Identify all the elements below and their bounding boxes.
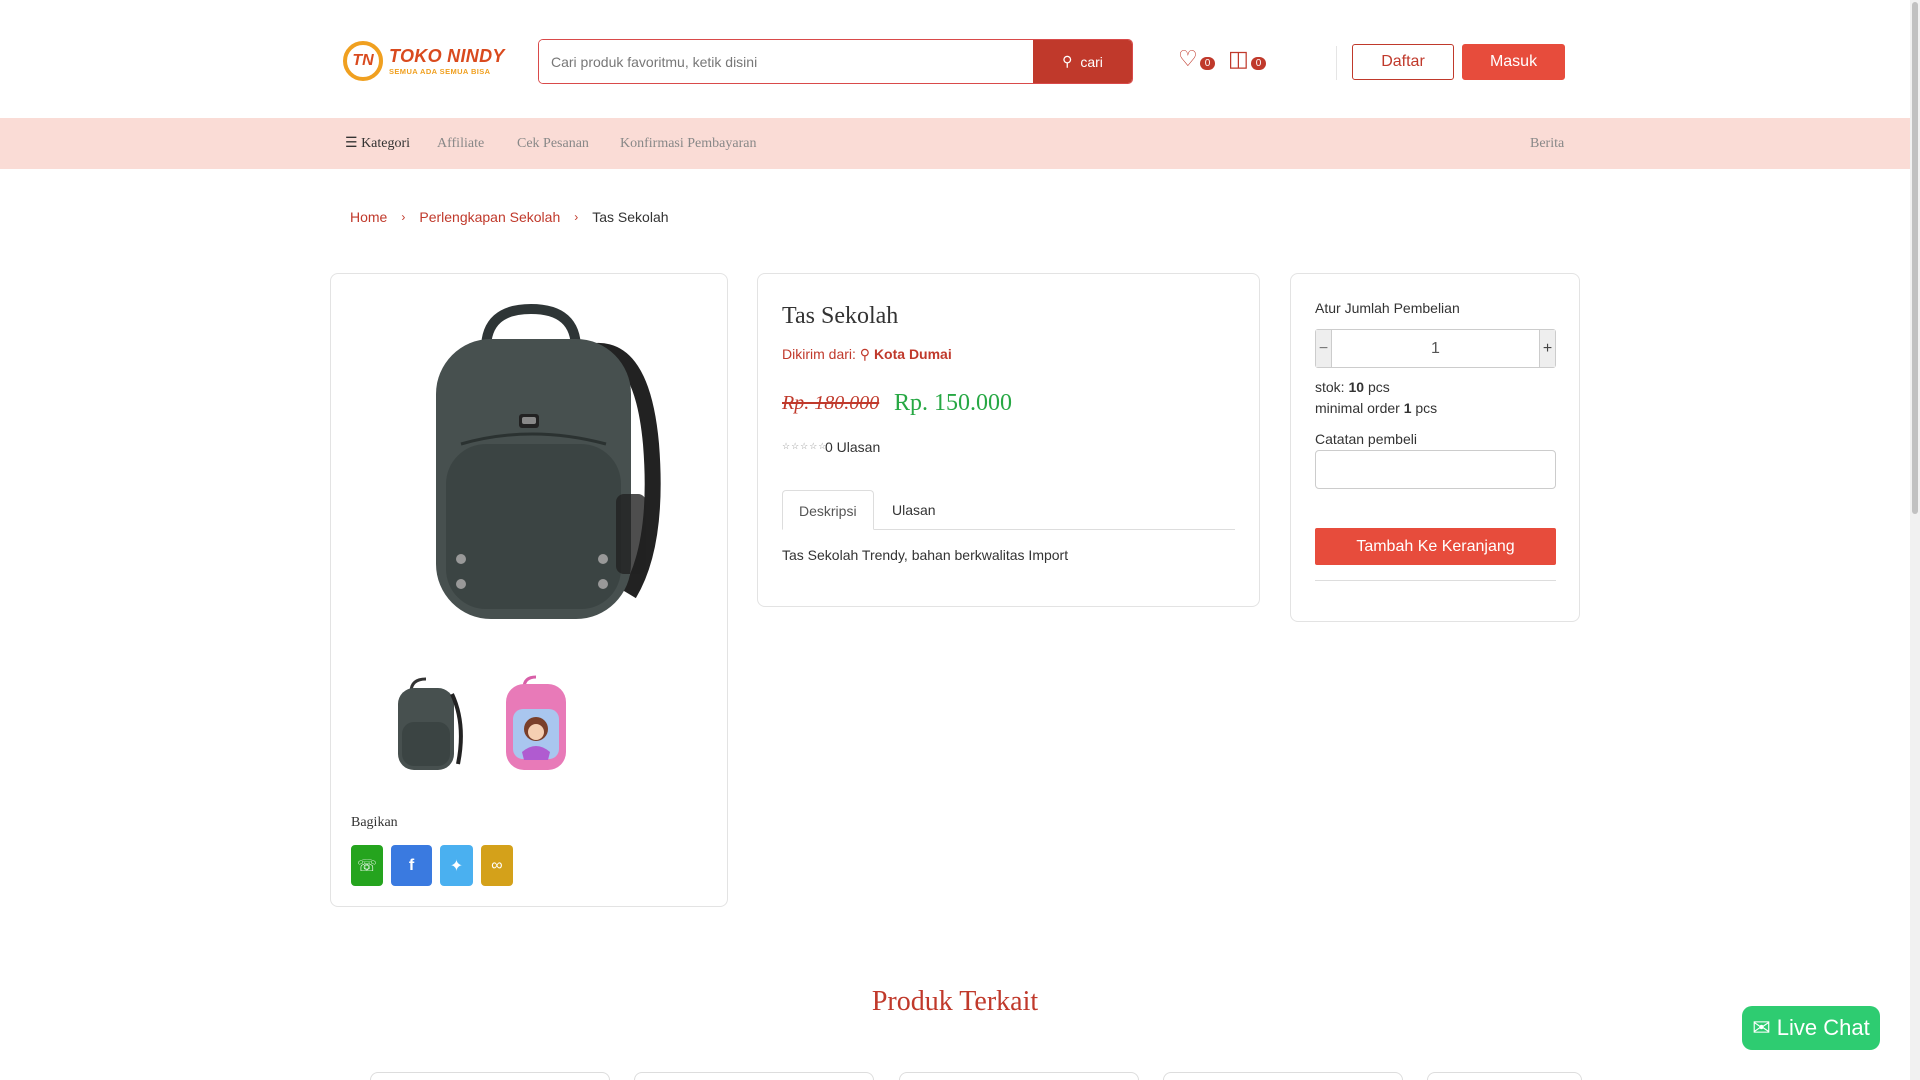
list-icon: ☰ [345,136,358,151]
quantity-decrease-button[interactable]: − [1316,330,1332,367]
wishlist-link[interactable]: ♡ 0 [1178,46,1216,71]
plus-icon: + [1542,339,1553,357]
chevron-right-icon: › [401,210,406,224]
product-tabs: Deskripsi Ulasan [782,490,1235,530]
share-whatsapp-button[interactable]: ☏ [351,845,383,886]
stock-unit: pcs [1367,379,1390,395]
cart-icon: ◫ [1228,46,1249,71]
related-products-title: Produk Terkait [871,986,1039,1017]
min-order-unit: pcs [1415,400,1438,416]
nav-cek-pesanan[interactable]: Cek Pesanan [517,118,589,169]
nav-berita[interactable]: Berita [1530,118,1564,169]
register-button[interactable]: Daftar [1352,44,1454,80]
related-product-card[interactable] [899,1072,1139,1080]
tab-ulasan[interactable]: Ulasan [876,490,952,530]
whatsapp-icon: ☏ [356,857,377,875]
logo-text: TOKO NINDY SEMUA ADA SEMUA BISA [389,47,505,76]
price-old: Rp. 180.000 [782,392,880,414]
share-facebook-button[interactable]: f [391,845,432,886]
nav-kategori-label: Kategori [361,136,411,151]
quantity-increase-button[interactable]: + [1539,330,1555,367]
facebook-icon: f [408,856,415,874]
related-product-card[interactable] [370,1072,610,1080]
min-order-prefix: minimal order [1315,400,1400,416]
wishlist-count: 0 [1199,57,1216,70]
twitter-icon: ✦ [449,857,464,875]
stock-value: 10 [1348,379,1365,395]
min-order-value: 1 [1403,400,1412,416]
share-link-button[interactable]: ∞ [481,845,513,886]
price-new: Rp. 150.000 [894,390,1013,416]
divider [1315,580,1556,581]
breadcrumb-home[interactable]: Home [350,209,387,225]
scrollbar-thumb[interactable] [1912,2,1918,514]
cart-count: 0 [1250,57,1267,70]
quantity-stepper: − + [1315,329,1556,368]
search-button[interactable]: ⚲ cari [1033,40,1132,83]
quantity-input[interactable] [1332,330,1539,367]
main-nav: ☰ Kategori Affiliate Cek Pesanan Konfirm… [0,118,1910,169]
product-title: Tas Sekolah [782,303,899,329]
buyer-note-label: Catatan pembeli [1315,431,1417,447]
ship-from: Dikirim dari: ⚲ Kota Dumai [782,346,952,363]
nav-affiliate[interactable]: Affiliate [437,118,484,169]
related-product-card[interactable] [634,1072,874,1080]
cart-link[interactable]: ◫ 0 [1228,46,1267,71]
logo-tagline: SEMUA ADA SEMUA BISA [389,66,491,76]
stock-prefix: stok: [1315,379,1345,395]
product-thumbnail-1[interactable] [386,674,466,774]
rating-stars-icon: ☆☆☆☆☆ [782,441,828,451]
header-divider [1336,46,1337,80]
review-count: 0 Ulasan [825,439,881,455]
site-header: TN TOKO NINDY SEMUA ADA SEMUA BISA ⚲ car… [0,0,1910,118]
purchase-card: Atur Jumlah Pembelian − + stok: 10 pcs m… [1290,273,1580,622]
nav-kategori[interactable]: ☰ Kategori [345,118,410,169]
site-logo[interactable]: TN TOKO NINDY SEMUA ADA SEMUA BISA [343,40,505,82]
ship-from-label: Dikirim dari: [782,346,856,362]
quantity-label: Atur Jumlah Pembelian [1315,300,1460,316]
map-marker-icon: ⚲ [859,346,871,362]
chat-icon: ✉ [1752,1015,1771,1040]
link-icon: ∞ [491,856,503,874]
search-input[interactable] [539,40,1033,83]
login-button[interactable]: Masuk [1462,44,1565,80]
tab-deskripsi[interactable]: Deskripsi [782,490,874,530]
live-chat-button[interactable]: ✉ Live Chat [1742,1006,1880,1050]
breadcrumb-category[interactable]: Perlengkapan Sekolah [419,209,560,225]
share-label: Bagikan [351,815,398,830]
live-chat-label: Live Chat [1776,1015,1870,1040]
search-icon: ⚲ [1062,53,1073,69]
product-gallery-card: Bagikan ☏ f ✦ ∞ [330,273,728,907]
stock-info: stok: 10 pcs [1315,379,1390,395]
ship-from-city: Kota Dumai [873,346,952,362]
buyer-note-input[interactable] [1315,450,1556,489]
chevron-right-icon: › [574,210,579,224]
heart-icon: ♡ [1178,46,1198,71]
nav-konfirmasi-pembayaran[interactable]: Konfirmasi Pembayaran [620,118,756,169]
add-to-cart-button[interactable]: Tambah Ke Keranjang [1315,528,1556,565]
logo-mark: TN [343,41,383,81]
product-thumbnail-2[interactable] [496,674,576,774]
min-order-info: minimal order 1 pcs [1315,400,1437,416]
share-twitter-button[interactable]: ✦ [440,845,473,886]
related-product-card[interactable] [1427,1072,1582,1080]
search-bar: ⚲ cari [538,39,1133,84]
breadcrumb-current: Tas Sekolah [592,209,669,225]
related-product-card[interactable] [1163,1072,1403,1080]
product-description: Tas Sekolah Trendy, bahan berkwalitas Im… [782,547,1069,563]
logo-name: TOKO NINDY [389,45,505,66]
minus-icon: − [1318,339,1329,357]
breadcrumb: Home › Perlengkapan Sekolah › Tas Sekola… [350,209,669,225]
product-main-image[interactable] [391,294,669,624]
product-info-card: Tas Sekolah Dikirim dari: ⚲ Kota Dumai R… [757,273,1260,607]
search-button-label: cari [1080,53,1103,70]
